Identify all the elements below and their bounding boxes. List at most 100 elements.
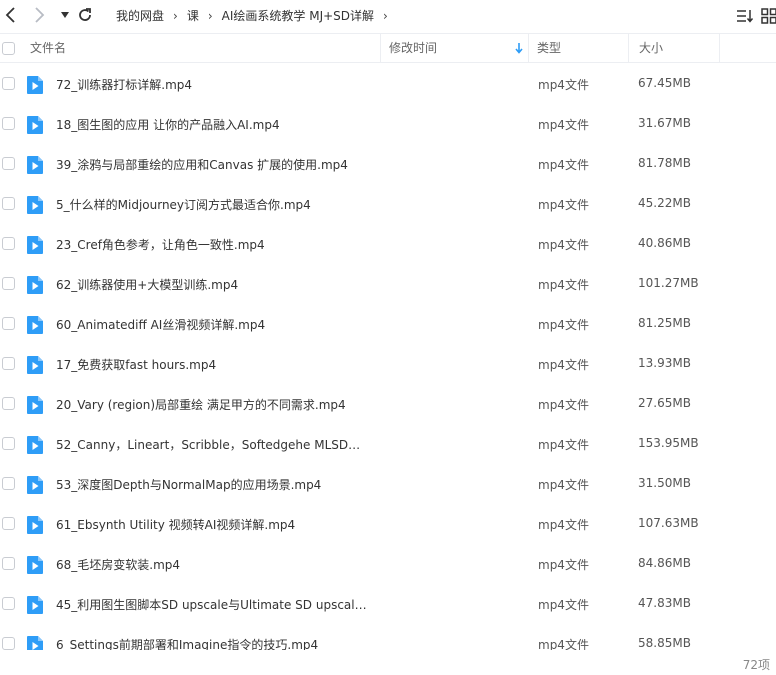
file-list: 72_训练器打标详解.mp4 mp4文件 67.45MB 18_图生图的应用 让你的产… [0,64,776,650]
item-count: 72项 [742,658,770,672]
file-type: mp4文件 [538,598,589,612]
column-divider [719,34,720,63]
video-file-icon [26,155,44,178]
row-checkbox[interactable] [2,597,15,610]
file-name[interactable]: 39_涂鸦与局部重绘的应用和Canvas 扩展的使用.mp4 [56,156,348,173]
file-type: mp4文件 [538,358,589,372]
file-name[interactable]: 72_训练器打标详解.mp4 [56,76,192,93]
table-row[interactable]: 18_图生图的应用 让你的产品融入AI.mp4 mp4文件 31.67MB [0,104,776,144]
file-name[interactable]: 61_Ebsynth Utility 视频转AI视频详解.mp4 [56,516,295,533]
row-checkbox[interactable] [2,277,15,290]
file-name[interactable]: 18_图生图的应用 让你的产品融入AI.mp4 [56,116,280,133]
chevron-right-icon: › [207,8,213,23]
table-row[interactable]: 23_Cref角色参考，让角色一致性.mp4 mp4文件 40.86MB [0,224,776,264]
breadcrumb-item-course[interactable]: 课 [187,7,199,24]
file-size: 13.93MB [638,356,691,370]
row-checkbox[interactable] [2,157,15,170]
video-file-icon [26,235,44,258]
row-checkbox[interactable] [2,357,15,370]
file-name[interactable]: 5_什么样的Midjourney订阅方式最适合你.mp4 [56,196,311,213]
video-file-icon [26,75,44,98]
row-checkbox[interactable] [2,397,15,410]
column-header-modified[interactable]: 修改时间 [380,34,528,63]
file-type: mp4文件 [538,238,589,252]
file-size: 47.83MB [638,596,691,610]
table-row[interactable]: 68_毛坯房变软装.mp4 mp4文件 84.86MB [0,544,776,584]
sort-list-icon[interactable] [734,5,756,27]
video-file-icon [26,395,44,418]
row-checkbox[interactable] [2,637,15,650]
file-type: mp4文件 [538,478,589,492]
refresh-icon[interactable] [74,4,96,26]
file-name[interactable]: 62_训练器使用+大模型训练.mp4 [56,276,238,293]
video-file-icon [26,355,44,378]
file-name[interactable]: 17_免费获取fast hours.mp4 [56,356,216,373]
video-file-icon [26,195,44,218]
file-size: 101.27MB [638,276,699,290]
caret-down-icon[interactable] [54,4,76,26]
row-checkbox[interactable] [2,117,15,130]
table-row[interactable]: 5_什么样的Midjourney订阅方式最适合你.mp4 mp4文件 45.22MB [0,184,776,224]
select-all-checkbox[interactable] [2,42,15,55]
table-row[interactable]: 52_Canny，Lineart，Scribble，Softedgehe MLS… [0,424,776,464]
file-size: 45.22MB [638,196,691,210]
row-checkbox[interactable] [2,477,15,490]
table-row[interactable]: 60_Animatediff AI丝滑视频详解.mp4 mp4文件 81.25MB [0,304,776,344]
row-checkbox[interactable] [2,237,15,250]
file-size: 40.86MB [638,236,691,250]
row-checkbox[interactable] [2,197,15,210]
column-header-type[interactable]: 类型 [528,34,628,63]
row-checkbox[interactable] [2,317,15,330]
grid-view-icon[interactable] [758,5,776,27]
row-checkbox[interactable] [2,557,15,570]
table-row[interactable]: 45_利用图生图脚本SD upscale与Ultimate SD upscale… [0,584,776,624]
file-name[interactable]: 45_利用图生图脚本SD upscale与Ultimate SD upscale… [56,596,368,613]
table-row[interactable]: 53_深度图Depth与NormalMap的应用场景.mp4 mp4文件 31.50… [0,464,776,504]
chevron-right-icon[interactable]: › [383,9,388,23]
file-type: mp4文件 [538,158,589,172]
table-row[interactable]: 61_Ebsynth Utility 视频转AI视频详解.mp4 mp4文件 107… [0,504,776,544]
top-navigation-bar: 我的网盘 › 课 › AI绘画系统教学 MJ+SD详解 › [0,0,776,30]
file-name[interactable]: 20_Vary (region)局部重绘 满足甲方的不同需求.mp4 [56,396,346,413]
breadcrumb-item-current-folder[interactable]: AI绘画系统教学 MJ+SD详解 [222,7,374,24]
table-row[interactable]: 6_Settings前期部署和Imagine指令的技巧.mp4 mp4文件 58.8… [0,624,776,650]
file-name[interactable]: 23_Cref角色参考，让角色一致性.mp4 [56,236,265,253]
file-type: mp4文件 [538,78,589,92]
row-checkbox[interactable] [2,437,15,450]
status-bar: 72项 [0,650,776,675]
breadcrumb: 我的网盘 › 课 › AI绘画系统教学 MJ+SD详解 › [116,7,397,24]
column-header-size[interactable]: 大小 [628,34,720,63]
file-name[interactable]: 52_Canny，Lineart，Scribble，Softedgehe MLS… [56,436,368,453]
video-file-icon [26,275,44,298]
table-header: 文件名 修改时间 类型 大小 [0,33,776,63]
table-row[interactable]: 20_Vary (region)局部重绘 满足甲方的不同需求.mp4 mp4文件 2… [0,384,776,424]
file-name[interactable]: 6_Settings前期部署和Imagine指令的技巧.mp4 [56,636,318,650]
file-size: 81.25MB [638,316,691,330]
row-checkbox[interactable] [2,77,15,90]
sort-descending-icon[interactable] [514,42,524,57]
file-name[interactable]: 53_深度图Depth与NormalMap的应用场景.mp4 [56,476,321,493]
file-name[interactable]: 68_毛坯房变软装.mp4 [56,556,180,573]
file-size: 31.50MB [638,476,691,490]
file-name[interactable]: 60_Animatediff AI丝滑视频详解.mp4 [56,316,265,333]
table-row[interactable]: 72_训练器打标详解.mp4 mp4文件 67.45MB [0,64,776,104]
chevron-right-icon[interactable] [28,4,50,26]
chevron-left-icon[interactable] [0,4,22,26]
table-row[interactable]: 17_免费获取fast hours.mp4 mp4文件 13.93MB [0,344,776,384]
file-type: mp4文件 [538,318,589,332]
file-type: mp4文件 [538,198,589,212]
table-row[interactable]: 62_训练器使用+大模型训练.mp4 mp4文件 101.27MB [0,264,776,304]
column-header-name[interactable]: 文件名 [30,34,66,63]
row-checkbox[interactable] [2,517,15,530]
file-type: mp4文件 [538,118,589,132]
file-type: mp4文件 [538,438,589,452]
video-file-icon [26,635,44,650]
file-type: mp4文件 [538,638,589,650]
file-size: 81.78MB [638,156,691,170]
file-size: 153.95MB [638,436,699,450]
file-size: 107.63MB [638,516,699,530]
table-row[interactable]: 39_涂鸦与局部重绘的应用和Canvas 扩展的使用.mp4 mp4文件 81.78… [0,144,776,184]
file-type: mp4文件 [538,518,589,532]
breadcrumb-item-my-drive[interactable]: 我的网盘 [116,7,164,24]
video-file-icon [26,555,44,578]
